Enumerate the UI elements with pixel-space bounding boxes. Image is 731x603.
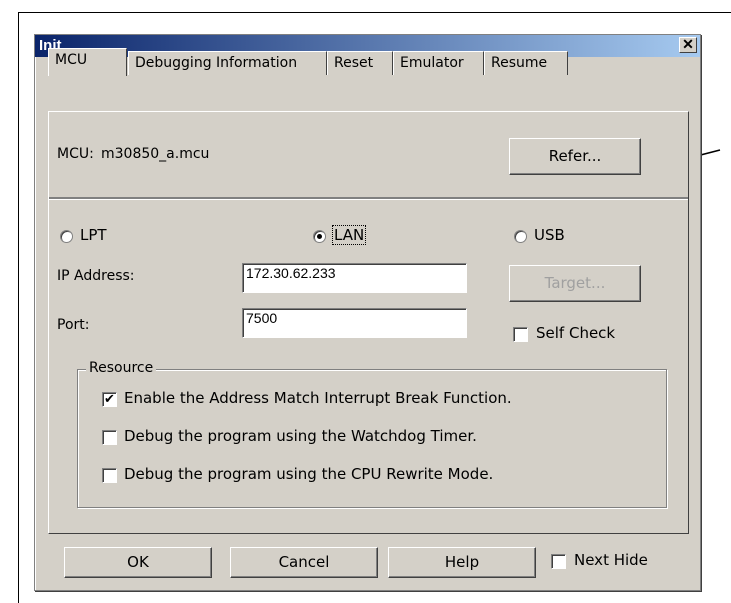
- tab-emulator[interactable]: Emulator: [393, 51, 484, 75]
- mcu-label: MCU:: [57, 146, 94, 162]
- ip-address-field[interactable]: 172.30.62.233: [242, 263, 467, 293]
- watchdog-timer-checkbox[interactable]: [102, 430, 117, 445]
- self-check-label: Self Check: [536, 324, 616, 342]
- tab-label: Resume: [491, 55, 548, 71]
- address-match-checkbox[interactable]: ✔: [102, 392, 117, 407]
- lpt-radio[interactable]: [60, 230, 73, 243]
- ok-button-label: OK: [127, 553, 149, 571]
- tab-debugging-information[interactable]: Debugging Information: [128, 51, 327, 75]
- ok-button[interactable]: OK: [64, 547, 212, 578]
- port-label: Port:: [57, 317, 90, 333]
- target-button-label: Target...: [544, 274, 606, 292]
- refer-button-label: Refer...: [548, 147, 602, 165]
- resource-groupbox: Resource ✔ Enable the Address Match Inte…: [77, 360, 667, 508]
- cancel-button[interactable]: Cancel: [230, 547, 378, 578]
- usb-label: USB: [534, 226, 565, 244]
- resource-title: Resource: [86, 360, 157, 376]
- mcu-file-value: m30850_a.mcu: [101, 146, 210, 162]
- target-button[interactable]: Target...: [509, 265, 641, 302]
- next-hide-checkbox[interactable]: [551, 554, 566, 569]
- refer-button[interactable]: Refer...: [509, 138, 641, 175]
- tab-label: Emulator: [400, 55, 464, 71]
- self-check-checkbox[interactable]: [513, 327, 528, 342]
- cancel-button-label: Cancel: [278, 553, 330, 571]
- tab-label: Reset: [334, 55, 374, 71]
- lan-label: LAN: [332, 225, 367, 245]
- tab-panel-mcu: MCU: m30850_a.mcu Refer... LPT LAN USB I…: [48, 111, 689, 534]
- help-button-label: Help: [444, 553, 480, 571]
- port-field[interactable]: 7500: [242, 308, 467, 338]
- address-match-label: Enable the Address Match Interrupt Break…: [124, 389, 512, 407]
- cpu-rewrite-label: Debug the program using the CPU Rewrite …: [124, 465, 494, 483]
- help-button[interactable]: Help: [388, 547, 536, 578]
- tab-label: MCU: [55, 52, 88, 68]
- watchdog-timer-label: Debug the program using the Watchdog Tim…: [124, 427, 477, 445]
- tab-resume[interactable]: Resume: [484, 51, 568, 75]
- tab-mcu[interactable]: MCU: [48, 48, 127, 76]
- tab-reset[interactable]: Reset: [327, 51, 393, 75]
- separator-highlight: [49, 199, 688, 200]
- lpt-label: LPT: [80, 226, 107, 244]
- next-hide-label: Next Hide: [574, 551, 648, 569]
- usb-radio[interactable]: [514, 230, 527, 243]
- tab-label: Debugging Information: [135, 55, 298, 71]
- ip-address-label: IP Address:: [57, 268, 135, 284]
- lan-radio[interactable]: [313, 230, 326, 243]
- radio-selected-dot: [317, 234, 322, 239]
- cpu-rewrite-checkbox[interactable]: [102, 468, 117, 483]
